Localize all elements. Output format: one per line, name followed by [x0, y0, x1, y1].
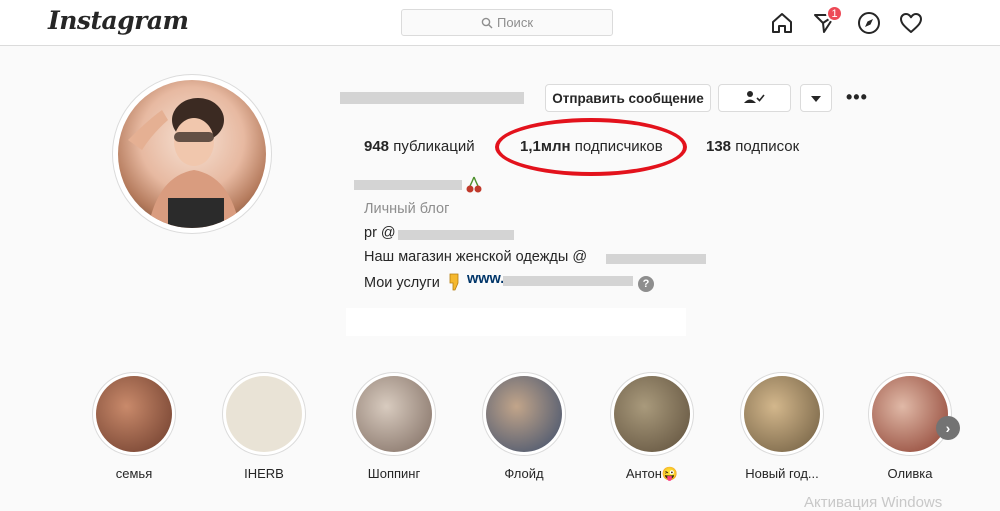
- more-options-icon[interactable]: •••: [846, 88, 868, 106]
- highlight-item[interactable]: IHERB: [222, 372, 306, 481]
- display-name-redacted: [354, 180, 462, 190]
- suggestions-dropdown-button[interactable]: [800, 84, 832, 112]
- bio-pr-line: pr @: [364, 225, 396, 241]
- search-icon: [481, 17, 493, 29]
- pointing-down-hand-icon: [446, 272, 462, 297]
- highlight-label: семья: [115, 466, 153, 481]
- highlight-item[interactable]: Антон😜: [610, 372, 694, 482]
- hidden-content-box: [346, 308, 686, 336]
- help-question-icon[interactable]: ?: [638, 275, 654, 292]
- highlight-cover: [872, 376, 948, 452]
- highlight-ring: [352, 372, 436, 456]
- following-status-button[interactable]: [718, 84, 791, 112]
- website-link[interactable]: www.: [467, 271, 504, 287]
- shop-handle-redacted: [606, 254, 706, 264]
- highlight-ring: [222, 372, 306, 456]
- highlight-ring: [482, 372, 566, 456]
- highlight-cover: [96, 376, 172, 452]
- highlight-label: Оливка: [887, 466, 933, 481]
- highlight-cover: [356, 376, 432, 452]
- notification-badge: 1: [826, 5, 843, 22]
- highlight-cover: [744, 376, 820, 452]
- website-redacted: [503, 276, 633, 286]
- highlight-label: Шоппинг: [367, 466, 421, 481]
- windows-activation-watermark: Активация Windows: [804, 494, 943, 511]
- bio-category: Личный блог: [364, 201, 450, 217]
- highlight-label: Новый год...: [745, 466, 819, 481]
- explore-compass-icon[interactable]: [856, 10, 882, 36]
- triangle-down-icon: [811, 91, 821, 106]
- bio-shop-line: Наш магазин женской одежды @: [364, 249, 588, 265]
- username-redacted: [340, 92, 524, 104]
- highlight-label: Флойд: [504, 466, 544, 481]
- red-highlight-circle: [495, 118, 687, 176]
- home-icon[interactable]: [769, 10, 795, 36]
- bio-services-line: Мои услуги: [364, 275, 440, 291]
- highlight-ring: [92, 372, 176, 456]
- highlight-ring: [740, 372, 824, 456]
- highlight-cover: [226, 376, 302, 452]
- highlight-item[interactable]: Новый год...: [740, 372, 824, 481]
- search-placeholder: Поиск: [496, 15, 534, 30]
- highlight-ring: [610, 372, 694, 456]
- search-input[interactable]: Поиск: [401, 9, 613, 36]
- profile-avatar[interactable]: [112, 74, 272, 234]
- heart-icon[interactable]: [898, 10, 924, 36]
- highlight-ring: [868, 372, 952, 456]
- person-check-icon: [743, 90, 766, 107]
- pr-handle-redacted: [398, 230, 514, 240]
- instagram-logo[interactable]: Instagram: [48, 6, 189, 35]
- following-count[interactable]: 138 подписок: [706, 138, 799, 155]
- send-message-button[interactable]: Отправить сообщение: [545, 84, 711, 112]
- top-navigation-bar: Instagram Поиск 1: [0, 0, 1000, 46]
- highlight-cover: [614, 376, 690, 452]
- highlight-item[interactable]: Флойд: [482, 372, 566, 481]
- cherry-icon: [466, 176, 482, 199]
- chevron-right-icon[interactable]: ›: [936, 416, 960, 440]
- avatar-image: [118, 80, 266, 228]
- highlight-item[interactable]: семья: [92, 372, 176, 481]
- highlight-label: IHERB: [244, 466, 284, 481]
- direct-messages-icon[interactable]: 1: [812, 5, 843, 36]
- posts-count: 948 публикаций: [364, 138, 475, 155]
- highlight-item[interactable]: Шоппинг: [352, 372, 436, 481]
- highlight-cover: [486, 376, 562, 452]
- highlight-label: Антон😜: [625, 466, 679, 481]
